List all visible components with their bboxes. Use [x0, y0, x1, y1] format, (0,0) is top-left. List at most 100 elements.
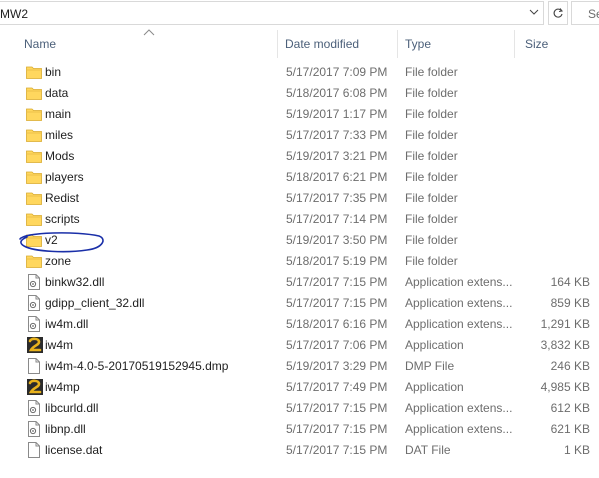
address-dropdown-button[interactable]: [524, 1, 544, 23]
folder-icon: [26, 254, 42, 269]
file-name: v2: [45, 233, 58, 247]
file-row[interactable]: license.dat 5/17/2017 7:15 PM DAT File 1 KB: [0, 440, 599, 461]
file-row[interactable]: libnp.dll 5/17/2017 7:15 PM Application ex…: [0, 419, 599, 440]
file-name: players: [45, 170, 84, 184]
column-header-type-label: Type: [405, 37, 432, 51]
folder-icon: [26, 233, 42, 248]
file-date-modified: 5/19/2017 3:50 PM: [286, 233, 388, 247]
file-row[interactable]: bin 5/17/2017 7:09 PM File folder: [0, 62, 599, 83]
file-name: Redist: [45, 191, 80, 205]
file-size: 3,832 KB: [540, 338, 590, 352]
file-date-modified: 5/17/2017 7:49 PM: [286, 380, 388, 394]
column-header-date-label: Date modified: [285, 37, 360, 51]
file-row[interactable]: scripts 5/17/2017 7:14 PM File folder: [0, 209, 599, 230]
file-name: iw4mp: [45, 380, 80, 394]
file-name: iw4m.dll: [45, 317, 89, 331]
file-date-modified: 5/17/2017 7:09 PM: [286, 65, 388, 79]
file-name: libcurld.dll: [45, 401, 99, 415]
column-header-type[interactable]: Type: [399, 30, 515, 58]
file-row[interactable]: binkw32.dll 5/17/2017 7:15 PM Application …: [0, 272, 599, 293]
file-type: File folder: [405, 65, 458, 79]
file-row[interactable]: Redist 5/17/2017 7:35 PM File folder: [0, 188, 599, 209]
file-size: 612 KB: [550, 401, 590, 415]
file-size: 859 KB: [550, 296, 590, 310]
file-size: [520, 209, 590, 230]
column-header-size[interactable]: Size: [519, 30, 599, 58]
file-row[interactable]: data 5/18/2017 6:08 PM File folder: [0, 83, 599, 104]
file-size: [520, 83, 590, 104]
file-date-modified: 5/18/2017 6:16 PM: [286, 317, 388, 331]
file-type: File folder: [405, 107, 458, 121]
app-icon: [27, 379, 43, 395]
folder-icon: [26, 128, 42, 143]
search-input[interactable]: Se: [571, 1, 599, 25]
file-date-modified: 5/17/2017 7:15 PM: [286, 443, 388, 457]
file-date-modified: 5/19/2017 3:29 PM: [286, 359, 388, 373]
file-size: [520, 146, 590, 167]
file-date-modified: 5/17/2017 7:33 PM: [286, 128, 388, 142]
file-type: Application extens...: [405, 275, 513, 289]
file-date-modified: 5/17/2017 7:06 PM: [286, 338, 388, 352]
file-date-modified: 5/18/2017 6:21 PM: [286, 170, 388, 184]
file-date-modified: 5/17/2017 7:15 PM: [286, 401, 388, 415]
address-field[interactable]: MW2: [0, 1, 544, 25]
file-row[interactable]: miles 5/17/2017 7:33 PM File folder: [0, 125, 599, 146]
column-headers: Name Date modified Type Size: [0, 29, 599, 58]
file-date-modified: 5/17/2017 7:35 PM: [286, 191, 388, 205]
file-name: license.dat: [45, 443, 103, 457]
file-row[interactable]: iw4m 5/17/2017 7:06 PM Application 3,832 KB: [0, 335, 599, 356]
file-type: DMP File: [405, 359, 455, 373]
file-icon: [27, 442, 43, 458]
column-header-date[interactable]: Date modified: [279, 30, 398, 58]
file-row[interactable]: players 5/18/2017 6:21 PM File folder: [0, 167, 599, 188]
file-name: miles: [45, 128, 74, 142]
dll-icon: [27, 274, 43, 290]
chevron-down-icon: [529, 9, 539, 15]
file-row[interactable]: iw4m-4.0-5-20170519152945.dmp 5/19/2017 3…: [0, 356, 599, 377]
file-date-modified: 5/17/2017 7:15 PM: [286, 275, 388, 289]
file-type: Application extens...: [405, 317, 513, 331]
file-type: File folder: [405, 86, 458, 100]
file-date-modified: 5/17/2017 7:15 PM: [286, 296, 388, 310]
file-name: gdipp_client_32.dll: [45, 296, 145, 310]
file-name: iw4m: [45, 338, 74, 352]
file-type: File folder: [405, 254, 458, 268]
file-list: bin 5/17/2017 7:09 PM File folder data 5/18/…: [0, 62, 599, 461]
file-date-modified: 5/18/2017 6:08 PM: [286, 86, 388, 100]
file-type: Application: [405, 338, 464, 352]
file-type: File folder: [405, 149, 458, 163]
folder-icon: [26, 191, 42, 206]
file-type: File folder: [405, 128, 458, 142]
file-size: 246 KB: [550, 359, 590, 373]
file-size: [520, 125, 590, 146]
file-row[interactable]: iw4m.dll 5/18/2017 6:16 PM Application ext…: [0, 314, 599, 335]
file-date-modified: 5/19/2017 3:21 PM: [286, 149, 388, 163]
refresh-button[interactable]: [548, 1, 568, 25]
dll-icon: [27, 316, 43, 332]
folder-icon: [26, 170, 42, 185]
file-row[interactable]: v2 5/19/2017 3:50 PM File folder: [0, 230, 599, 251]
file-row[interactable]: gdipp_client_32.dll 5/17/2017 7:15 PM Appl…: [0, 293, 599, 314]
file-name: libnp.dll: [45, 422, 86, 436]
file-row[interactable]: zone 5/18/2017 5:19 PM File folder: [0, 251, 599, 272]
folder-icon: [26, 149, 42, 164]
file-size: [520, 251, 590, 272]
file-size: 164 KB: [550, 275, 590, 289]
file-name: data: [45, 86, 69, 100]
file-row[interactable]: libcurld.dll 5/17/2017 7:15 PM Application…: [0, 398, 599, 419]
file-size: [520, 230, 590, 251]
file-row[interactable]: main 5/19/2017 1:17 PM File folder: [0, 104, 599, 125]
file-size: 1 KB: [563, 443, 590, 457]
file-size: 621 KB: [550, 422, 590, 436]
file-row[interactable]: Mods 5/19/2017 3:21 PM File folder: [0, 146, 599, 167]
address-path: MW2: [0, 7, 28, 21]
file-name: bin: [45, 65, 62, 79]
file-size: [520, 104, 590, 125]
file-type: Application extens...: [405, 422, 513, 436]
file-row[interactable]: iw4mp 5/17/2017 7:49 PM Application 4,985 K…: [0, 377, 599, 398]
column-header-name-label: Name: [24, 37, 57, 51]
file-type: DAT File: [405, 443, 451, 457]
file-size: [520, 167, 590, 188]
column-header-name[interactable]: Name: [18, 30, 278, 58]
search-placeholder: Se: [588, 7, 599, 21]
